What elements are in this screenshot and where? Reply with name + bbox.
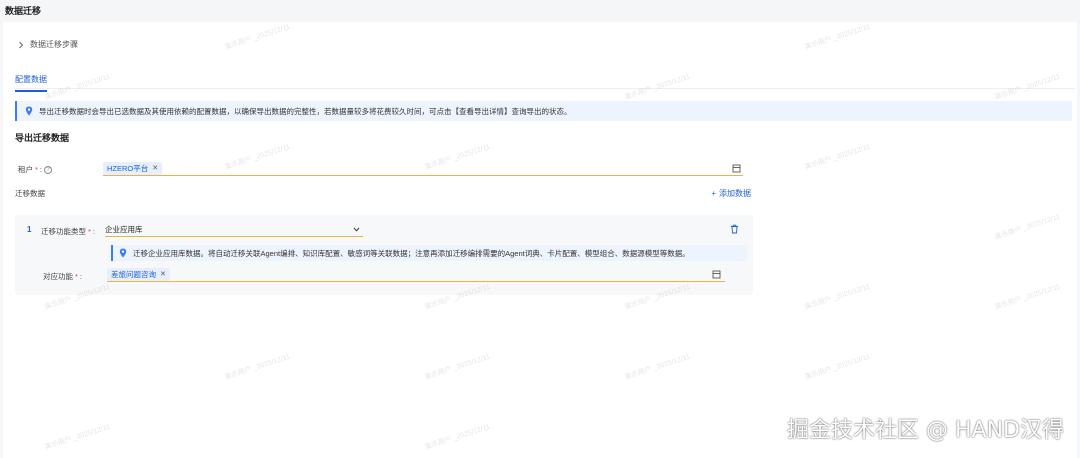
watermark: 演示用户 _2025/12/11	[623, 353, 691, 382]
watermark: 演示用户 _2025/12/11	[993, 213, 1061, 242]
steps-toggle[interactable]: 数据迁移步骤	[17, 39, 78, 50]
func-input[interactable]: 差旅问题咨询 ✕	[107, 267, 725, 282]
required-mark: *	[35, 165, 38, 174]
plus-icon: +	[711, 189, 716, 198]
tenant-label-text: 租户	[18, 165, 33, 174]
label-colon: :	[39, 165, 43, 174]
help-icon[interactable]: ?	[44, 165, 53, 174]
lookup-icon[interactable]	[732, 164, 741, 173]
watermark: 演示用户 _2025/12/11	[993, 73, 1061, 102]
chevron-right-icon	[19, 41, 24, 48]
watermark: 演示用户 _2025/12/11	[993, 283, 1061, 312]
type-select-value: 企业应用库	[105, 225, 143, 234]
type-select[interactable]: 企业应用库	[105, 223, 363, 237]
location-pin-icon	[119, 248, 127, 258]
chevron-down-icon	[353, 227, 360, 232]
required-mark: *	[88, 227, 91, 236]
tenant-tag-label: HZERO平台	[107, 163, 149, 173]
main-card: 数据迁移步骤 配置数据 导出迁移数据时会导出已选数据及其使用依赖的配置数据，以确…	[3, 22, 1077, 458]
tenant-label: 租户 * : ?	[18, 164, 53, 175]
func-tag-label: 差旅问题咨询	[111, 269, 156, 279]
add-data-label: 添加数据	[719, 189, 751, 198]
tab-config-data[interactable]: 配置数据	[15, 74, 47, 92]
row-info-banner-text: 迁移企业应用库数据。将自动迁移关联Agent编排、知识库配置、敏感词等关联数据；…	[133, 248, 690, 258]
required-mark: *	[75, 272, 78, 281]
location-pin-icon	[25, 106, 33, 116]
steps-toggle-label: 数据迁移步骤	[30, 40, 78, 49]
type-label-text: 迁移功能类型	[41, 227, 86, 236]
func-label-text: 对应功能	[43, 272, 73, 281]
delete-icon[interactable]	[730, 224, 739, 234]
tenant-tag: HZERO平台 ✕	[103, 161, 163, 175]
func-tag: 差旅问题咨询 ✕	[107, 267, 170, 281]
watermark: 演示用户 _2025/12/11	[803, 283, 871, 312]
add-data-button[interactable]: + 添加数据	[711, 188, 751, 199]
migrate-data-label: 迁移数据	[15, 189, 45, 198]
section-title: 导出迁移数据	[15, 133, 70, 143]
brand-watermark: 掘金技术社区 @ HAND汉得	[787, 418, 1064, 443]
watermark: 演示用户 _2025/12/11	[43, 423, 111, 452]
top-bar: 数据迁移	[0, 0, 1080, 22]
watermark: 演示用户 _2025/12/11	[423, 353, 491, 382]
info-banner-text: 导出迁移数据时会导出已选数据及其使用依赖的配置数据，以确保导出数据的完整性，若数…	[39, 106, 572, 116]
watermark: 演示用户 _2025/12/11	[223, 353, 291, 382]
type-label: 迁移功能类型 * :	[41, 226, 95, 237]
info-banner: 导出迁移数据时会导出已选数据及其使用依赖的配置数据，以确保导出数据的完整性，若数…	[15, 101, 1072, 121]
lookup-icon[interactable]	[712, 270, 721, 279]
label-colon: :	[79, 272, 83, 281]
func-label: 对应功能 * :	[43, 271, 82, 282]
row-info-banner: 迁移企业应用库数据。将自动迁移关联Agent编排、知识库配置、敏感词等关联数据；…	[111, 245, 747, 261]
close-icon[interactable]: ✕	[152, 164, 158, 172]
watermark: 演示用户 _2025/12/11	[223, 23, 291, 52]
tab-divider	[15, 88, 1075, 89]
close-icon[interactable]: ✕	[160, 270, 166, 278]
watermark: 演示用户 _2025/12/11	[803, 23, 871, 52]
watermark: 演示用户 _2025/12/11	[803, 353, 871, 382]
watermark: 演示用户 _2025/12/11	[423, 423, 491, 452]
row-index: 1	[27, 225, 32, 234]
watermark: 演示用户 _2025/12/11	[623, 73, 691, 102]
page-title: 数据迁移	[5, 6, 42, 16]
label-colon: :	[92, 227, 96, 236]
watermark: 演示用户 _2025/12/11	[803, 143, 871, 172]
tenant-input[interactable]: HZERO平台 ✕	[103, 161, 743, 176]
watermark: 演示用户 _2025/12/11	[43, 73, 111, 102]
